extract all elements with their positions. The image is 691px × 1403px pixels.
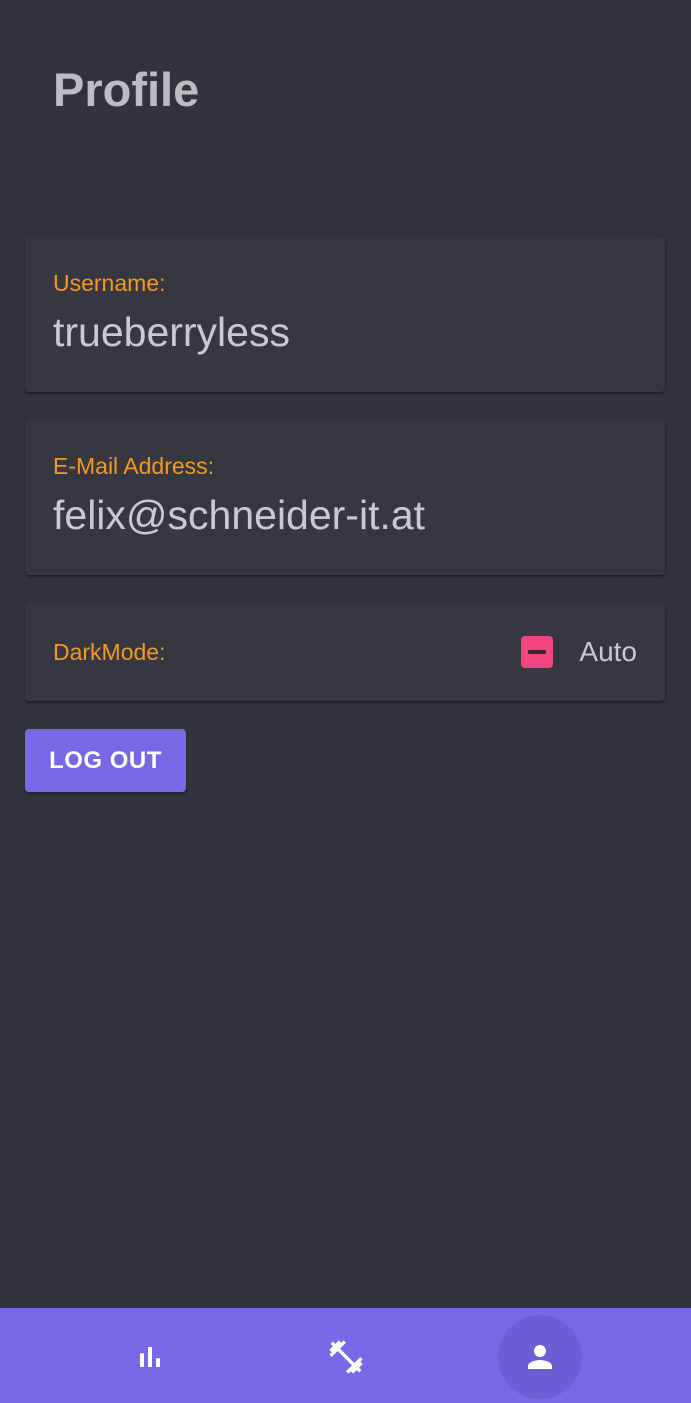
username-value: trueberryless — [53, 309, 290, 355]
bottom-navigation — [0, 1308, 691, 1403]
email-value: felix@schneider-it.at — [53, 492, 426, 538]
logout-button[interactable]: LOG OUT — [25, 729, 186, 792]
darkmode-label: DarkMode: — [53, 639, 166, 665]
page-title: Profile — [53, 63, 200, 116]
username-card: Username: trueberryless — [25, 237, 665, 392]
email-label: E-Mail Address: — [53, 453, 215, 479]
dumbbell-icon — [329, 1340, 363, 1374]
username-label: Username: — [53, 270, 166, 296]
darkmode-card: DarkMode: Auto — [25, 603, 665, 701]
indeterminate-dash-icon — [528, 650, 547, 654]
nav-item-workout[interactable] — [304, 1315, 388, 1399]
nav-item-statistics[interactable] — [108, 1315, 192, 1399]
nav-item-profile[interactable] — [498, 1315, 582, 1399]
person-icon — [528, 1345, 552, 1369]
darkmode-toggle[interactable]: Auto — [521, 636, 637, 668]
darkmode-value: Auto — [579, 636, 637, 667]
bar-chart-icon — [140, 1347, 160, 1367]
email-card: E-Mail Address: felix@schneider-it.at — [25, 420, 665, 575]
darkmode-checkbox[interactable] — [521, 636, 554, 668]
